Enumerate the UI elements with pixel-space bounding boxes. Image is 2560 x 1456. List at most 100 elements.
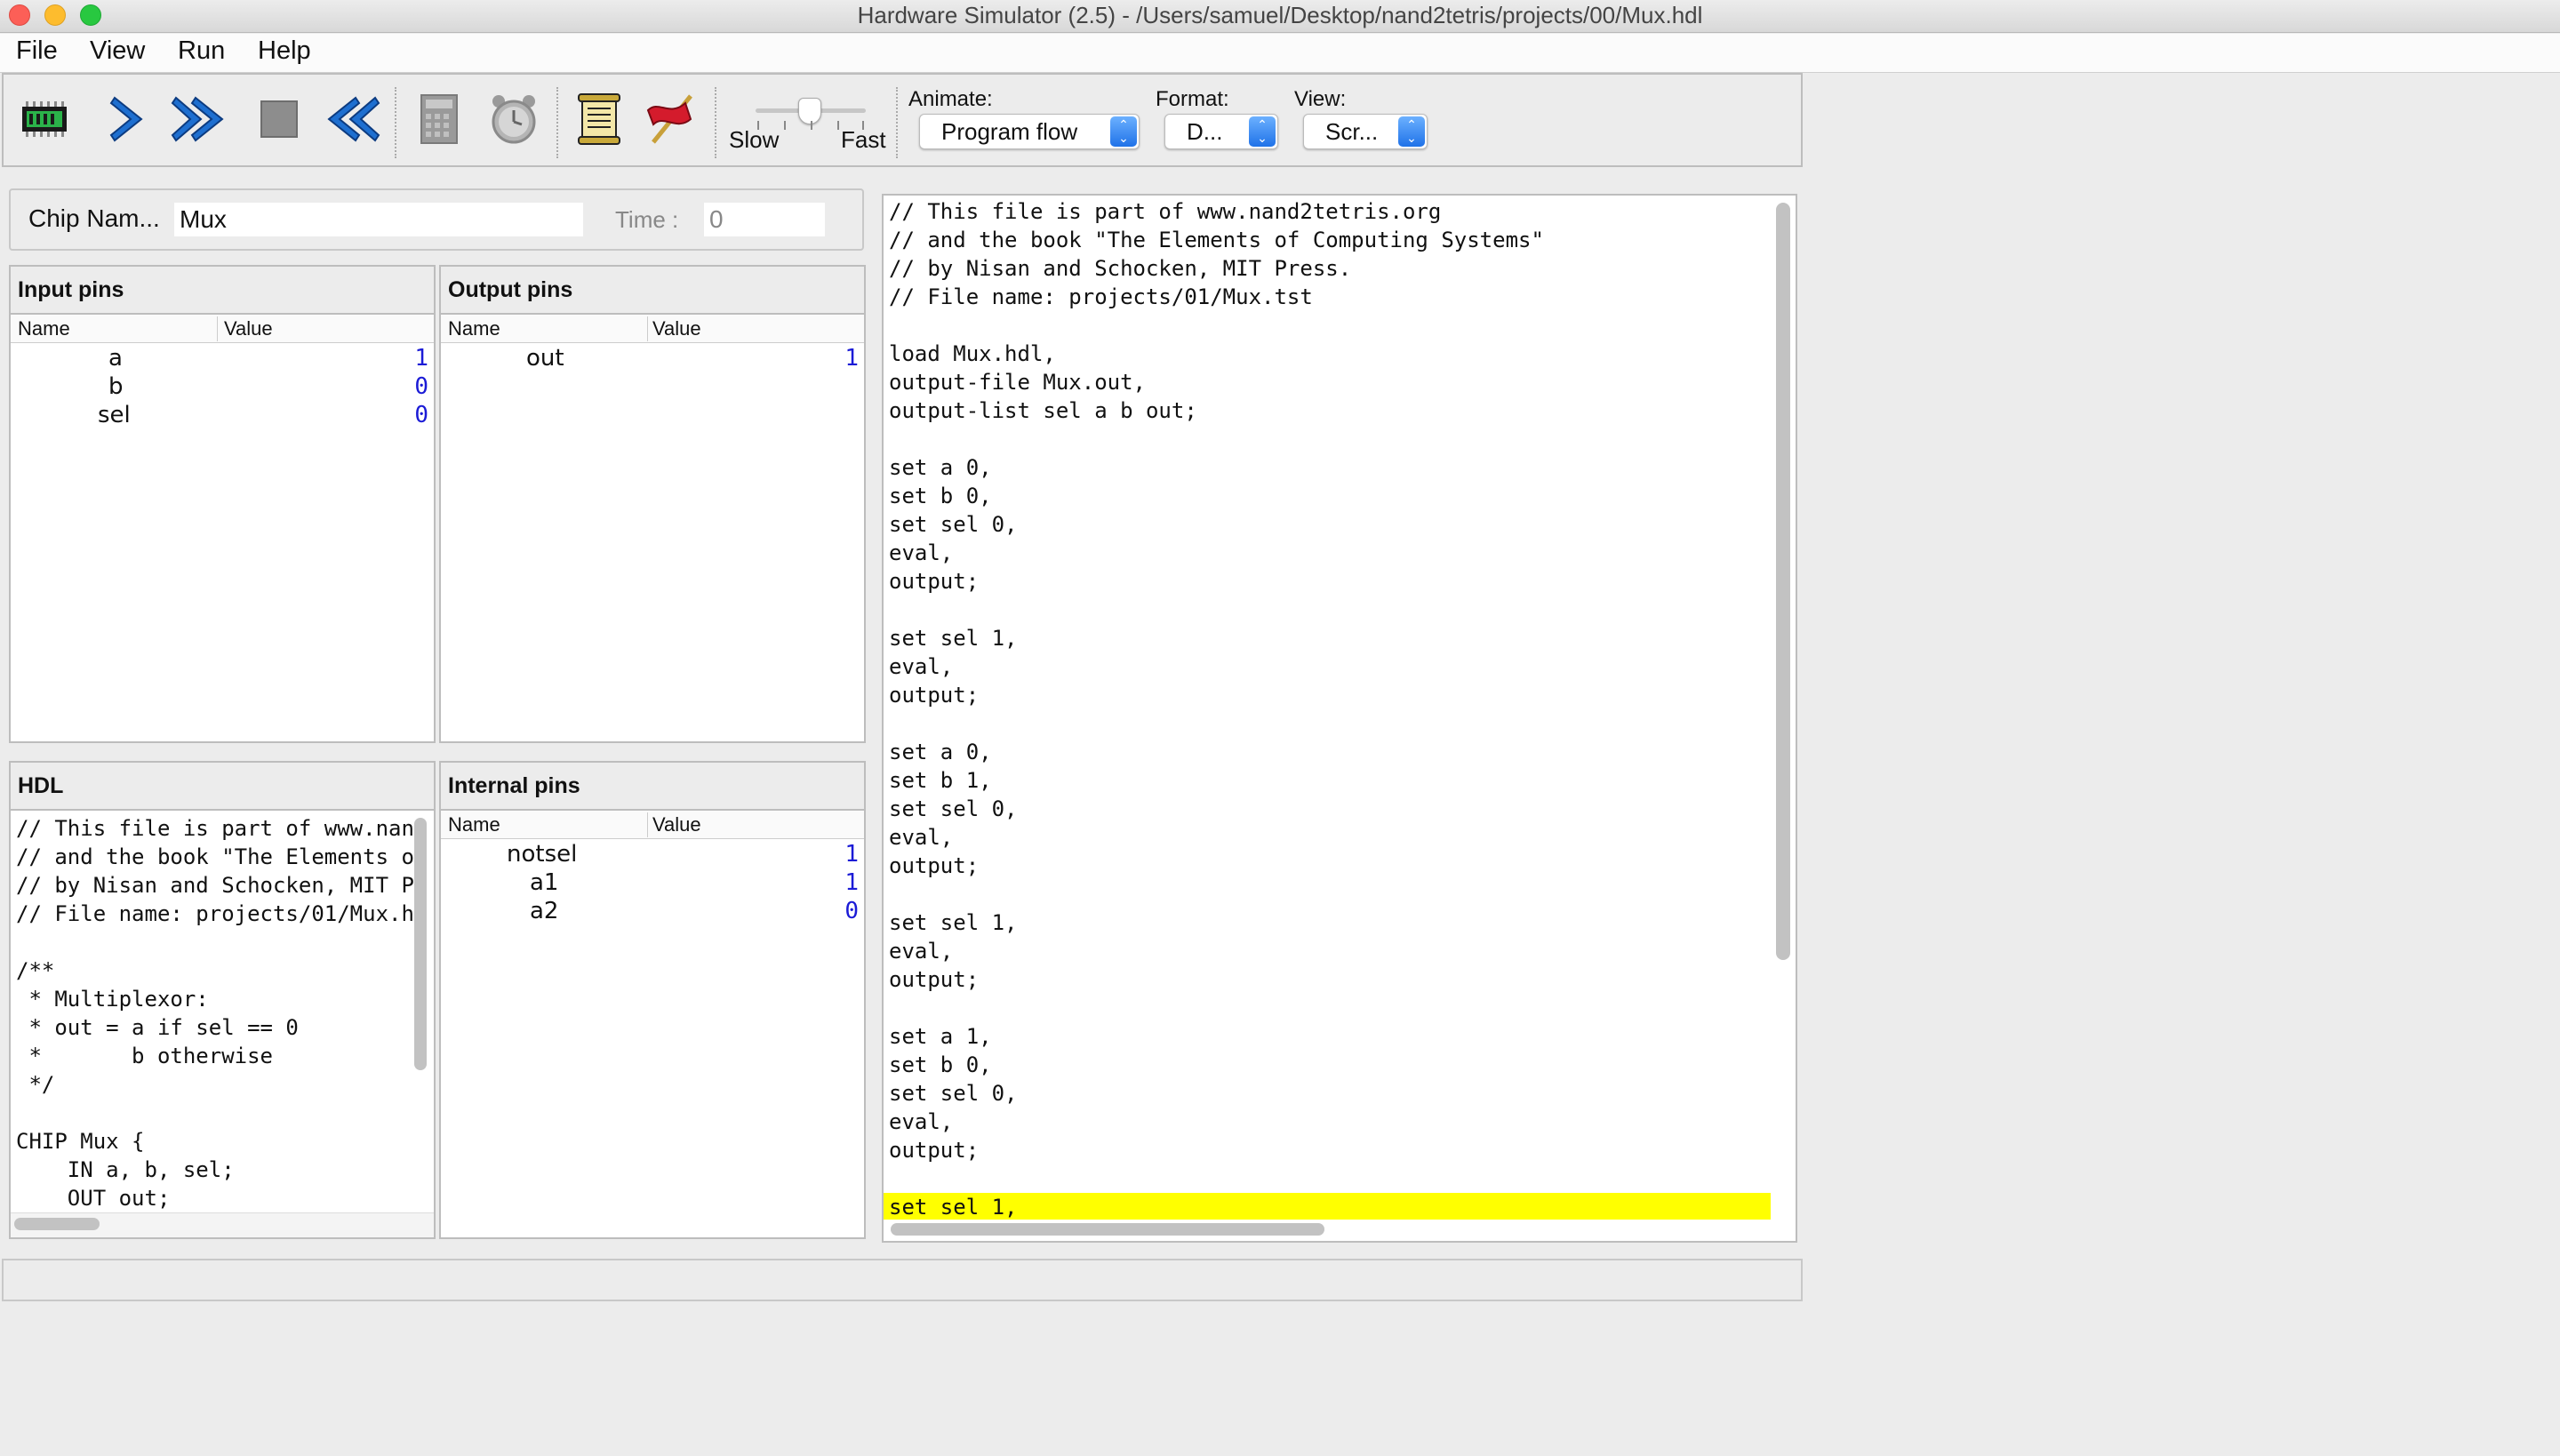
code-line[interactable]: set a 1, bbox=[884, 1022, 1771, 1051]
code-line[interactable]: set a 0, bbox=[884, 738, 1771, 766]
format-label: Format: bbox=[1156, 87, 1229, 111]
code-line[interactable]: // and the book "The Elements of Computi… bbox=[884, 226, 1771, 254]
menu-run[interactable]: Run bbox=[178, 36, 225, 66]
code-line[interactable]: set sel 0, bbox=[884, 1079, 1771, 1108]
slider-thumb[interactable] bbox=[798, 98, 821, 124]
code-line[interactable]: set sel 1, bbox=[884, 624, 1771, 652]
stop-icon bbox=[260, 100, 298, 138]
script-vertical-scrollbar[interactable] bbox=[1776, 203, 1790, 960]
code-line: * b otherwise bbox=[16, 1044, 273, 1068]
code-line[interactable]: // File name: projects/01/Mux.tst bbox=[884, 283, 1771, 311]
table-row[interactable]: out 1 bbox=[441, 345, 864, 373]
single-step-button[interactable] bbox=[100, 91, 156, 148]
time-label: Time : bbox=[615, 206, 679, 233]
calculator-icon bbox=[420, 94, 458, 144]
script-view[interactable]: // This file is part of www.nand2tetris.… bbox=[882, 194, 1797, 1243]
title-bar: Hardware Simulator (2.5) - /Users/samuel… bbox=[0, 0, 2560, 33]
code-line[interactable]: set b 0, bbox=[884, 482, 1771, 510]
toolbar: Slow Fast Animate: Program flow ⌃ ⌄ Forma… bbox=[2, 73, 1803, 167]
code-line[interactable] bbox=[884, 1164, 1771, 1193]
code-line[interactable]: output; bbox=[884, 567, 1771, 596]
view-select[interactable]: Scr... ⌃ ⌄ bbox=[1303, 114, 1428, 149]
menu-view[interactable]: View bbox=[90, 36, 145, 66]
script-line-current[interactable]: set sel 1, bbox=[884, 1193, 1771, 1220]
fast-forward-icon bbox=[171, 96, 224, 142]
speed-fast-label: Fast bbox=[841, 126, 886, 153]
hdl-vertical-scrollbar[interactable] bbox=[414, 818, 427, 1070]
script-code: // This file is part of www.nand2tetris.… bbox=[884, 197, 1771, 1220]
code-line[interactable]: eval, bbox=[884, 823, 1771, 852]
hdl-horizontal-scrollbar[interactable] bbox=[14, 1218, 100, 1230]
run-button[interactable] bbox=[171, 91, 228, 148]
code-line: CHIP Mux { bbox=[16, 1129, 145, 1154]
animate-select[interactable]: Program flow ⌃ ⌄ bbox=[919, 114, 1140, 149]
code-line[interactable]: output; bbox=[884, 681, 1771, 709]
eval-button[interactable] bbox=[411, 91, 468, 148]
output-pins-column-header: Name Value bbox=[441, 315, 864, 343]
menu-file[interactable]: File bbox=[16, 36, 58, 66]
code-line[interactable] bbox=[884, 880, 1771, 908]
animate-label: Animate: bbox=[908, 87, 993, 111]
code-line[interactable]: eval, bbox=[884, 1108, 1771, 1136]
code-line[interactable]: set b 1, bbox=[884, 766, 1771, 795]
code-line[interactable]: output; bbox=[884, 1136, 1771, 1164]
code-line[interactable]: set sel 1, bbox=[884, 908, 1771, 937]
code-line[interactable] bbox=[884, 709, 1771, 738]
code-line[interactable]: load Mux.hdl, bbox=[884, 340, 1771, 368]
rewind-icon bbox=[327, 96, 380, 142]
code-line[interactable]: output; bbox=[884, 965, 1771, 994]
chip-name-label: Chip Nam... bbox=[28, 204, 160, 232]
table-row[interactable]: a 1 bbox=[11, 345, 434, 373]
format-select[interactable]: D... ⌃ ⌄ bbox=[1164, 114, 1278, 149]
table-row[interactable]: notsel 1 bbox=[441, 841, 864, 869]
chevron-up-down-icon: ⌃ ⌄ bbox=[1398, 116, 1425, 147]
tick-tock-button[interactable] bbox=[485, 91, 542, 148]
code-line[interactable]: // by Nisan and Schocken, MIT Press. bbox=[884, 254, 1771, 283]
load-chip-button[interactable] bbox=[16, 91, 73, 148]
table-row[interactable]: b 0 bbox=[11, 373, 434, 402]
code-line[interactable] bbox=[884, 425, 1771, 453]
code-line[interactable]: output; bbox=[884, 852, 1771, 880]
view-label: View: bbox=[1294, 87, 1347, 111]
code-line[interactable]: set b 0, bbox=[884, 1051, 1771, 1079]
code-line[interactable]: set sel 0, bbox=[884, 795, 1771, 823]
code-line[interactable]: eval, bbox=[884, 652, 1771, 681]
table-row[interactable]: a1 1 bbox=[441, 869, 864, 898]
hdl-view[interactable]: // This file is part of www.nanc // and t… bbox=[9, 809, 436, 1239]
reset-button[interactable] bbox=[324, 91, 380, 148]
toolbar-separator bbox=[556, 87, 558, 158]
code-line[interactable]: eval, bbox=[884, 539, 1771, 567]
script-horizontal-scrollbar[interactable] bbox=[891, 1223, 1324, 1236]
stop-button[interactable] bbox=[251, 91, 308, 148]
code-line[interactable] bbox=[884, 596, 1771, 624]
script-button[interactable] bbox=[571, 91, 628, 148]
flag-icon bbox=[646, 94, 692, 144]
chip-info-bar: Chip Nam... Mux Time : 0 bbox=[9, 188, 864, 251]
internal-pins-column-header: Name Value bbox=[441, 811, 864, 839]
code-line[interactable] bbox=[884, 994, 1771, 1022]
toolbar-separator bbox=[896, 87, 898, 158]
code-line[interactable]: eval, bbox=[884, 937, 1771, 965]
output-pins-header: Output pins bbox=[439, 265, 866, 315]
speed-slow-label: Slow bbox=[729, 126, 780, 153]
code-line[interactable]: output-list sel a b out; bbox=[884, 396, 1771, 425]
code-line[interactable] bbox=[884, 311, 1771, 340]
hdl-header: HDL bbox=[9, 761, 436, 811]
code-line[interactable]: set sel 0, bbox=[884, 510, 1771, 539]
chip-name-field[interactable]: Mux bbox=[174, 203, 583, 236]
menu-help[interactable]: Help bbox=[258, 36, 311, 66]
toolbar-separator bbox=[395, 87, 396, 158]
code-line[interactable]: set a 0, bbox=[884, 453, 1771, 482]
breakpoints-button[interactable] bbox=[644, 91, 700, 148]
chip-icon bbox=[22, 101, 67, 137]
table-row[interactable]: a2 0 bbox=[441, 898, 864, 926]
code-line: */ bbox=[16, 1072, 55, 1097]
code-line[interactable]: output-file Mux.out, bbox=[884, 368, 1771, 396]
code-line[interactable]: // This file is part of www.nand2tetris.… bbox=[884, 197, 1771, 226]
code-line: // and the book "The Elements of bbox=[16, 844, 416, 869]
view-select-value: Scr... bbox=[1325, 118, 1379, 145]
format-select-value: D... bbox=[1187, 118, 1223, 145]
table-row[interactable]: sel 0 bbox=[11, 402, 434, 430]
